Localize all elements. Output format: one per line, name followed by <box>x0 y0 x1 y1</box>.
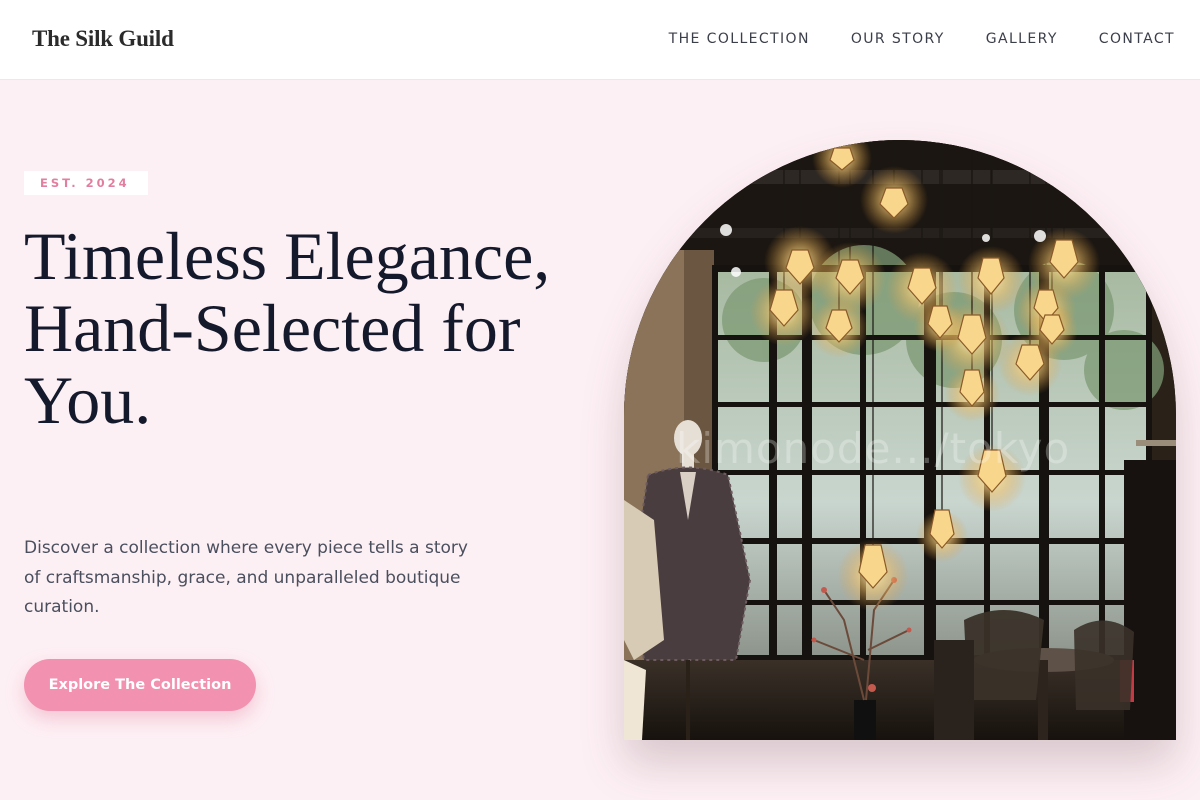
boutique-photo: kimonode.../tokyo <box>624 140 1176 740</box>
hero-description: Discover a collection where every piece … <box>24 538 468 617</box>
image-watermark: kimonode.../tokyo <box>676 424 1071 473</box>
hero-headline: Timeless Elegance, Hand-Selected for You… <box>24 218 551 438</box>
established-badge: EST. 2024 <box>24 171 148 195</box>
nav-link-the-collection[interactable]: THE COLLECTION <box>669 31 810 47</box>
explore-collection-button[interactable]: Explore The Collection <box>24 659 256 711</box>
nav-link-gallery[interactable]: GALLERY <box>986 31 1058 47</box>
nav-link-our-story[interactable]: OUR STORY <box>851 31 945 47</box>
brand-logo[interactable]: The Silk Guild <box>32 26 174 52</box>
site-header: The Silk Guild THE COLLECTION OUR STORY … <box>0 0 1200 80</box>
main-nav: THE COLLECTION OUR STORY GALLERY CONTACT <box>669 31 1175 47</box>
nav-link-contact[interactable]: CONTACT <box>1099 31 1175 47</box>
